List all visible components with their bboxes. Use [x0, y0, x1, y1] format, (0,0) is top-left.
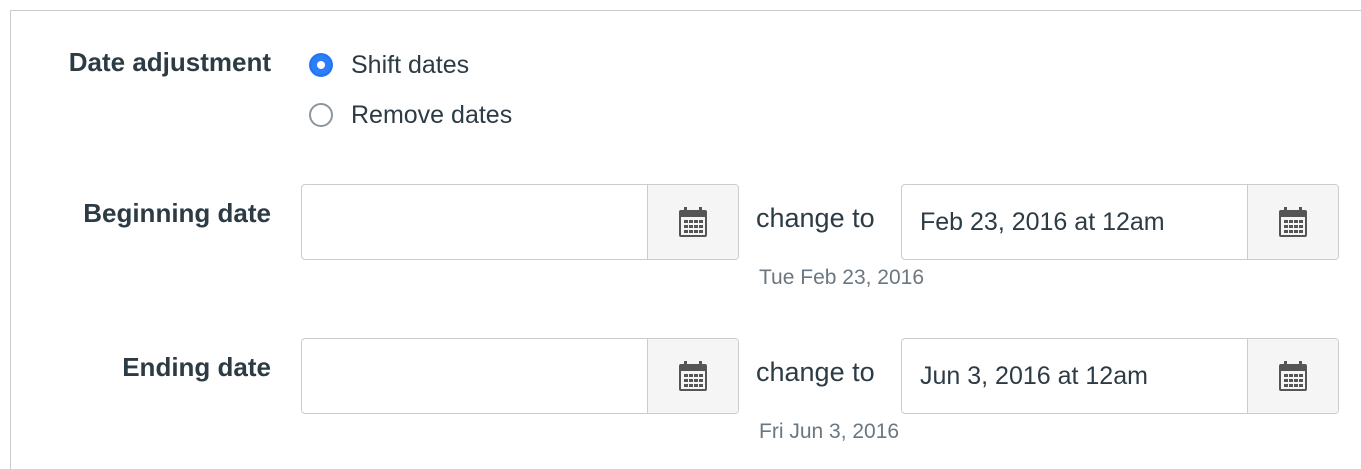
- beginning-date-new-input[interactable]: Feb 23, 2016 at 12am: [902, 185, 1247, 259]
- beginning-date-label: Beginning date: [83, 198, 271, 228]
- shift-dates-option[interactable]: Shift dates: [309, 49, 469, 81]
- ending-date-label: Ending date: [122, 352, 271, 382]
- remove-dates-radio[interactable]: [309, 103, 333, 127]
- ending-change-to-label: change to: [756, 357, 875, 387]
- shift-dates-radio[interactable]: [309, 53, 333, 77]
- shift-dates-label[interactable]: Shift dates: [351, 51, 469, 80]
- ending-date-new-calendar-button[interactable]: [1247, 339, 1338, 413]
- date-adjustment-label: Date adjustment: [68, 47, 271, 77]
- beginning-date-original-input[interactable]: [302, 185, 647, 259]
- ending-date-new-field[interactable]: Jun 3, 2016 at 12am: [901, 338, 1339, 414]
- beginning-date-new-calendar-button[interactable]: [1247, 185, 1338, 259]
- calendar-icon: [1279, 207, 1307, 237]
- ending-date-original-calendar-button[interactable]: [647, 339, 738, 413]
- ending-date-hint: Fri Jun 3, 2016: [759, 420, 900, 443]
- date-adjustment-panel: Date adjustment Shift dates Remove dates…: [10, 10, 1361, 469]
- ending-date-original-input[interactable]: [302, 339, 647, 413]
- calendar-icon: [1279, 361, 1307, 391]
- ending-date-new-input[interactable]: Jun 3, 2016 at 12am: [902, 339, 1247, 413]
- remove-dates-label[interactable]: Remove dates: [351, 101, 512, 130]
- beginning-date-original-calendar-button[interactable]: [647, 185, 738, 259]
- remove-dates-option[interactable]: Remove dates: [309, 99, 512, 131]
- beginning-date-original-field[interactable]: [301, 184, 739, 260]
- beginning-date-new-field[interactable]: Feb 23, 2016 at 12am: [901, 184, 1339, 260]
- calendar-icon: [679, 207, 707, 237]
- calendar-icon: [679, 361, 707, 391]
- beginning-change-to-label: change to: [756, 203, 875, 233]
- ending-date-original-field[interactable]: [301, 338, 739, 414]
- beginning-date-hint: Tue Feb 23, 2016: [759, 266, 925, 289]
